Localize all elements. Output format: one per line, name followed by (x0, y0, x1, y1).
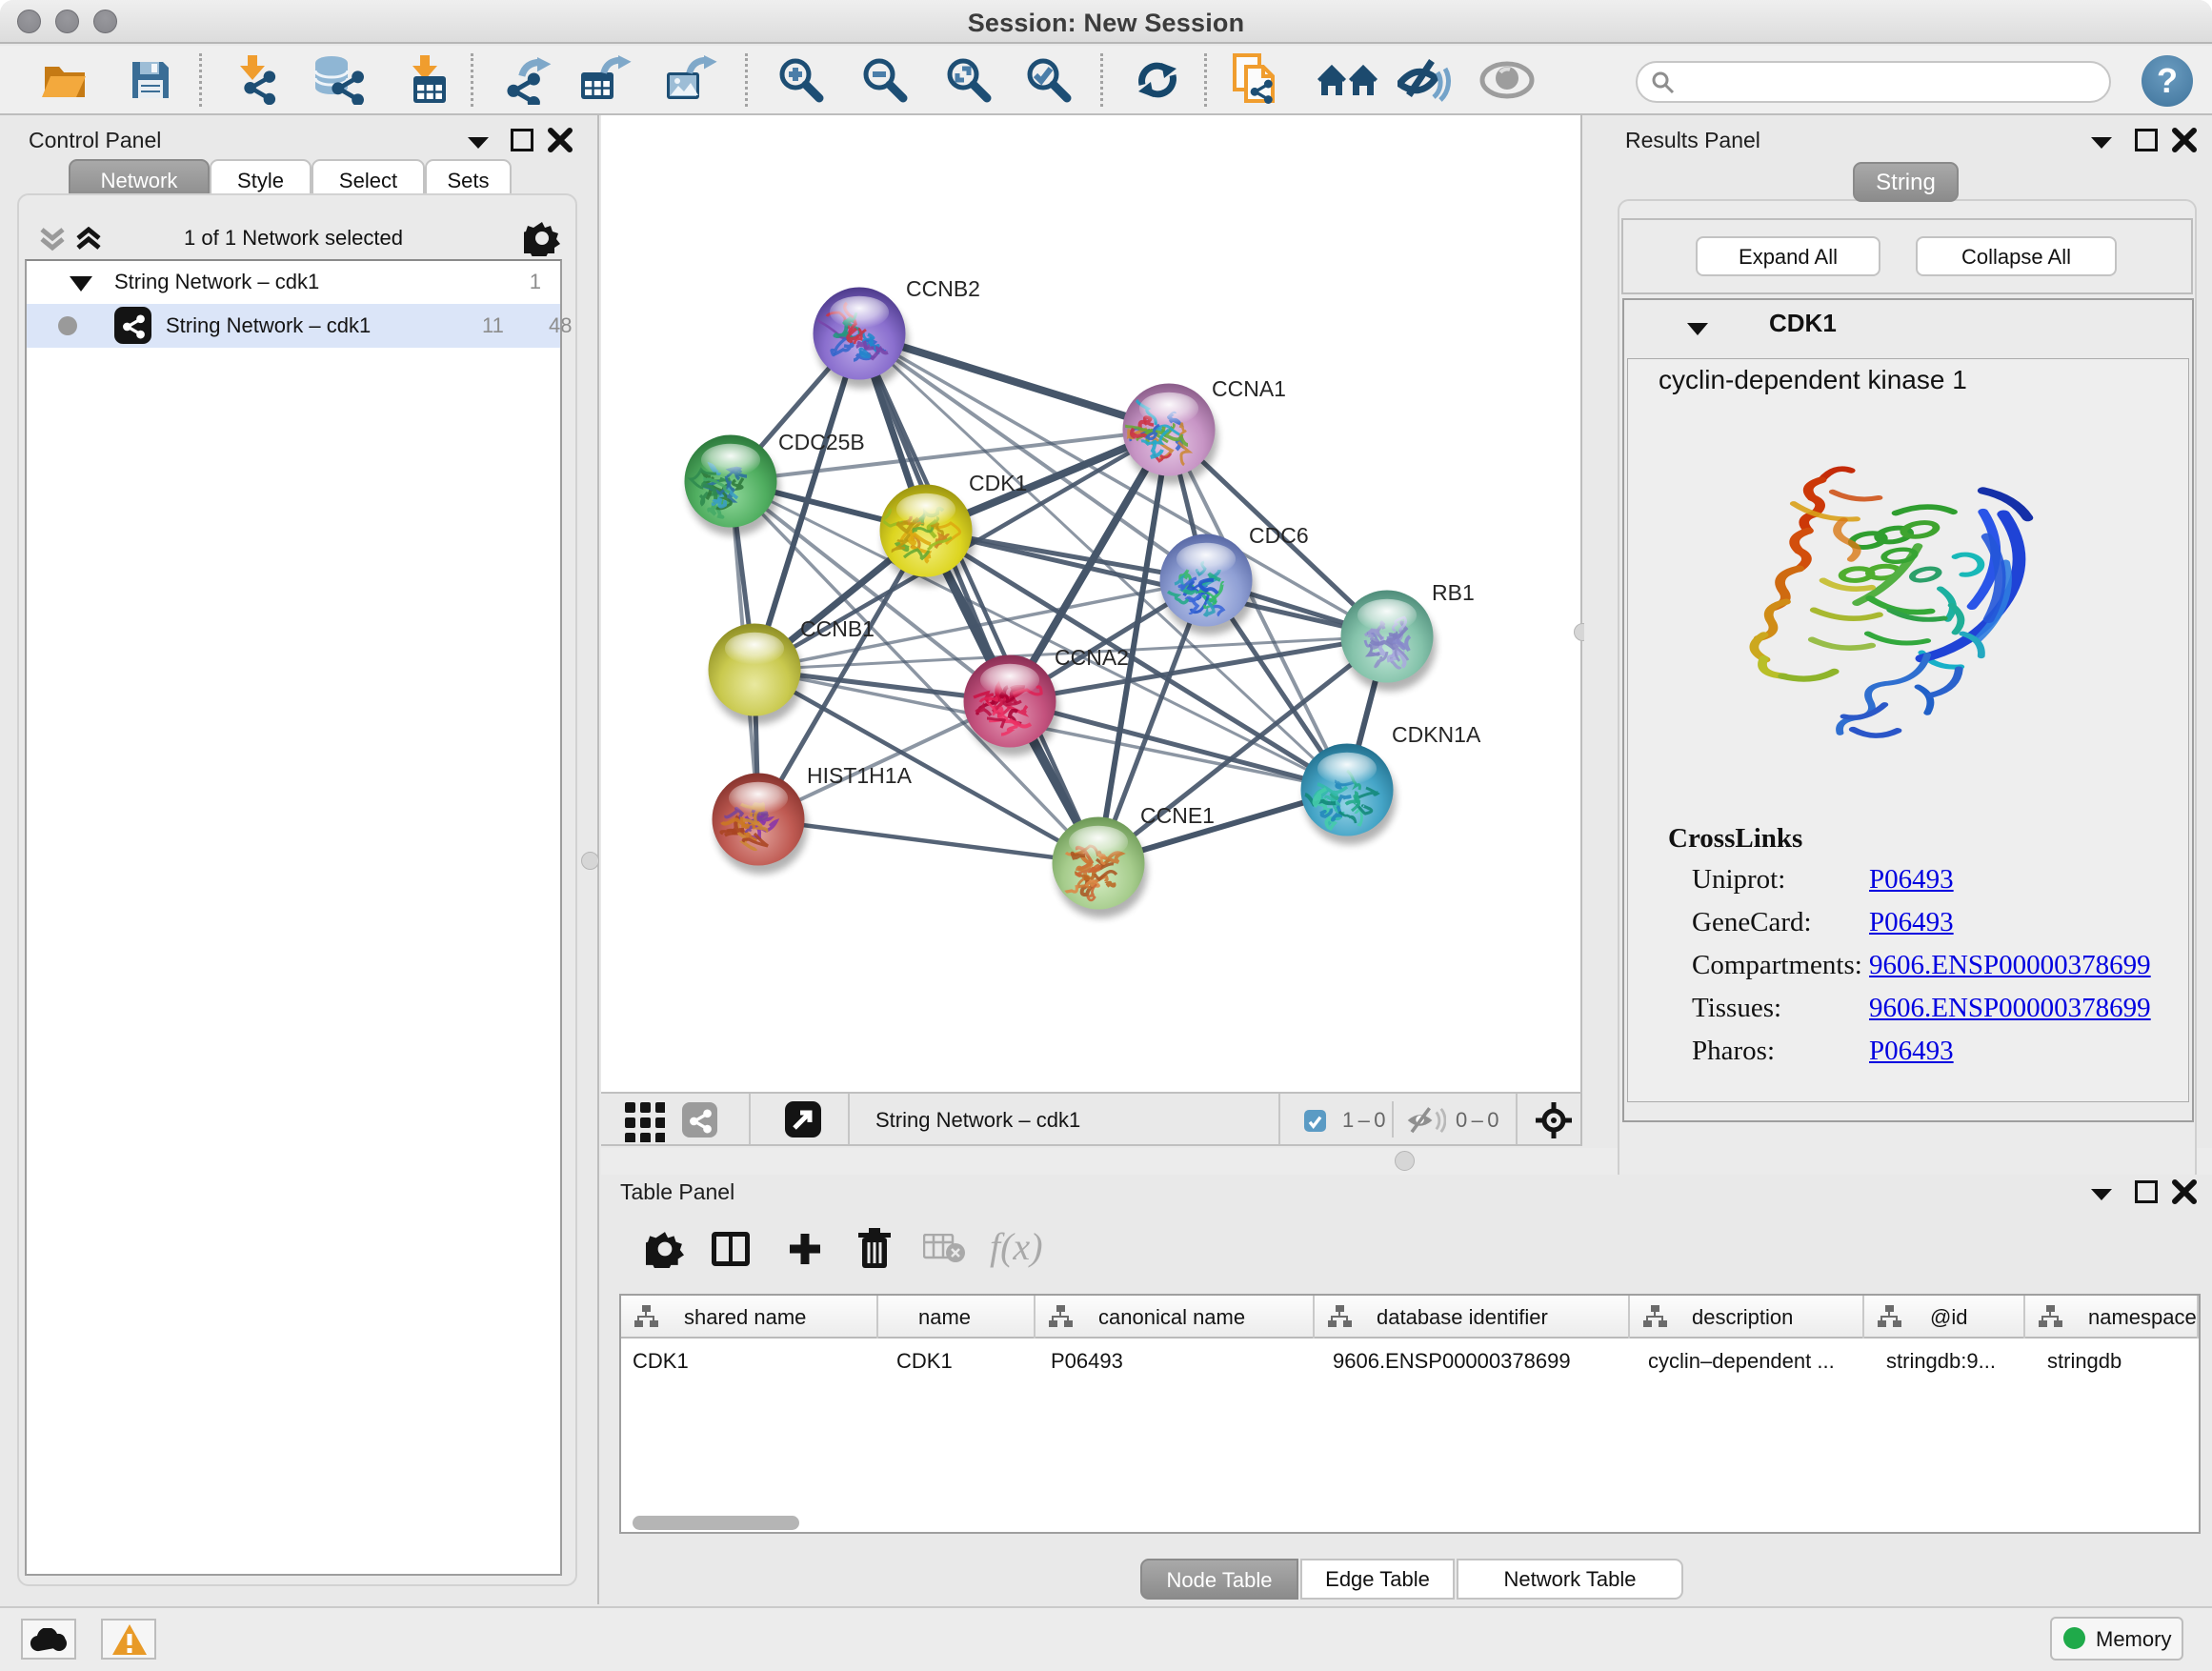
svg-text:CCNB1: CCNB1 (800, 616, 875, 641)
svg-text:CCNA2: CCNA2 (1055, 645, 1129, 670)
svg-text:CDK1: CDK1 (969, 471, 1027, 495)
svg-text:CCNA1: CCNA1 (1212, 376, 1286, 401)
svg-text:HIST1H1A: HIST1H1A (807, 763, 913, 788)
svg-text:CDC25B: CDC25B (778, 430, 865, 454)
svg-text:CDKN1A: CDKN1A (1392, 722, 1481, 747)
svg-text:CCNE1: CCNE1 (1140, 803, 1215, 828)
svg-text:CDC6: CDC6 (1249, 523, 1309, 548)
svg-text:RB1: RB1 (1432, 580, 1475, 605)
svg-text:CCNB2: CCNB2 (906, 276, 980, 301)
